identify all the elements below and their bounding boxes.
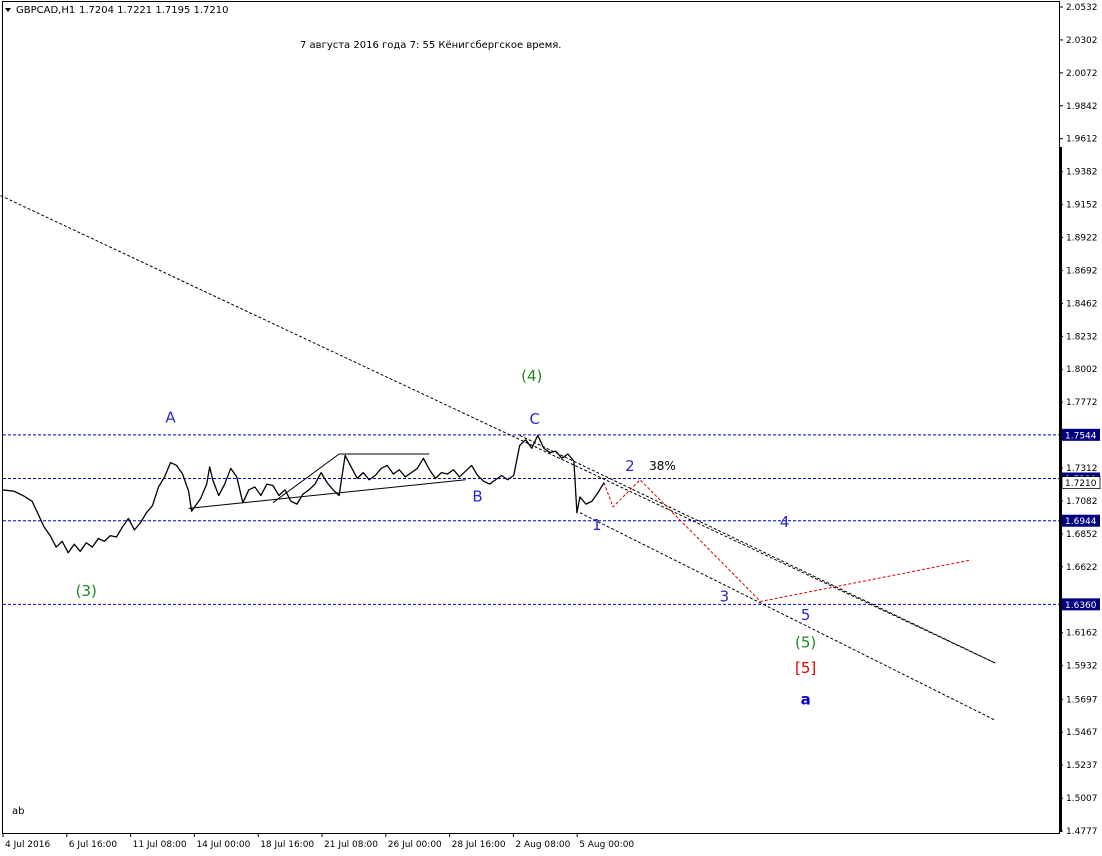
wave-label: A (165, 409, 176, 427)
x-tick-label: 11 Jul 08:00 (133, 840, 187, 850)
wave-label: 5 (801, 606, 811, 624)
trend-line (188, 479, 466, 509)
y-tick-label: 1.8232 (1066, 332, 1098, 342)
x-axis: 4 Jul 2016 6 Jul 16:00 11 Jul 08:00 14 Jul … (2, 833, 634, 850)
wave-label: (3) (76, 582, 97, 600)
wave-label: (5) (795, 633, 816, 651)
timestamp-annotation: 7 августа 2016 года 7: 55 Кёнигсбергское… (300, 40, 561, 51)
y-tick-label: 2.0532 (1066, 3, 1098, 13)
price-series-layer (1, 434, 605, 554)
wave-label: a (801, 691, 811, 709)
wave-label: 2 (625, 457, 635, 475)
x-tick-label: 18 Jul 16:00 (260, 840, 314, 850)
trend-line (519, 434, 996, 664)
corner-label: ab (12, 806, 24, 817)
wave-labels: A (4) C B 2 38% 1 4 (3) 3 5 (5) [5] a (76, 367, 817, 709)
wave-label: C (530, 410, 540, 428)
horizontal-levels (3, 434, 1059, 605)
wave-label: (4) (521, 367, 542, 385)
x-tick-label: 26 Jul 00:00 (388, 840, 442, 850)
y-tick-label: 1.4777 (1066, 827, 1098, 837)
y-tick-label: 1.5467 (1066, 728, 1098, 738)
y-tick-label: 1.5237 (1066, 761, 1098, 771)
y-axis: 2.0532 2.0302 2.0072 1.9842 1.9612 1.9382 1.91… (1059, 3, 1101, 837)
x-tick-label: 2 Aug 08:00 (515, 840, 570, 850)
price-line (1, 434, 605, 554)
y-tick-label: 1.8692 (1066, 266, 1098, 276)
y-tick-label: 1.9612 (1066, 135, 1098, 145)
y-tick-label: 1.8462 (1066, 299, 1098, 309)
x-tick-label: 6 Jul 16:00 (69, 840, 118, 850)
level-price-label: 1.7544 (1065, 431, 1097, 441)
level-price-label: 1.6944 (1065, 517, 1097, 527)
y-tick-label: 1.5697 (1066, 695, 1098, 705)
y-tick-label: 1.6852 (1066, 530, 1098, 540)
y-tick-label: 1.8922 (1066, 234, 1098, 244)
y-tick-label: 1.5932 (1066, 662, 1098, 672)
trend-line (0, 194, 996, 664)
y-tick-label: 1.8002 (1066, 365, 1098, 375)
y-tick-label: 1.9382 (1066, 168, 1098, 178)
x-tick-label: 5 Aug 00:00 (579, 840, 634, 850)
x-tick-label: 14 Jul 00:00 (196, 840, 250, 850)
forecast-path (603, 479, 972, 603)
current-price-label: 1.7210 (1065, 479, 1097, 489)
y-tick-label: 1.9842 (1066, 102, 1098, 112)
y-tick-label: 1.7082 (1066, 497, 1098, 507)
forecast-layer (603, 479, 972, 603)
y-tick-label: 1.6162 (1066, 629, 1098, 639)
wave-label: 38% (649, 459, 676, 473)
wave-label: B (472, 487, 482, 505)
symbol-label: GBPCAD,H1 (16, 5, 75, 16)
y-tick-label: 2.0302 (1066, 36, 1098, 46)
wave-label: [5] (795, 659, 816, 677)
price-chart[interactable]: GBPCAD,H1 1.7204 1.7221 1.7195 1.7210 7 … (0, 0, 1102, 856)
y-tick-label: 1.7772 (1066, 398, 1098, 408)
trend-line (579, 512, 996, 721)
x-tick-label: 4 Jul 2016 (5, 840, 50, 850)
x-tick-label: 21 Jul 08:00 (324, 840, 378, 850)
wave-label: 4 (780, 513, 790, 531)
y-tick-label: 2.0072 (1066, 69, 1098, 79)
y-tick-label: 1.5007 (1066, 794, 1098, 804)
wave-label: 1 (592, 516, 602, 534)
y-tick-label: 1.9152 (1066, 201, 1098, 211)
triangle-down-icon[interactable] (5, 8, 11, 12)
level-price-label: 1.6360 (1065, 601, 1097, 611)
y-tick-label: 1.6622 (1066, 563, 1098, 573)
ohlc-values: 1.7204 1.7221 1.7195 1.7210 (79, 5, 229, 16)
x-tick-label: 28 Jul 16:00 (452, 840, 506, 850)
trend-lines (0, 194, 996, 721)
wave-label: 3 (720, 587, 730, 605)
